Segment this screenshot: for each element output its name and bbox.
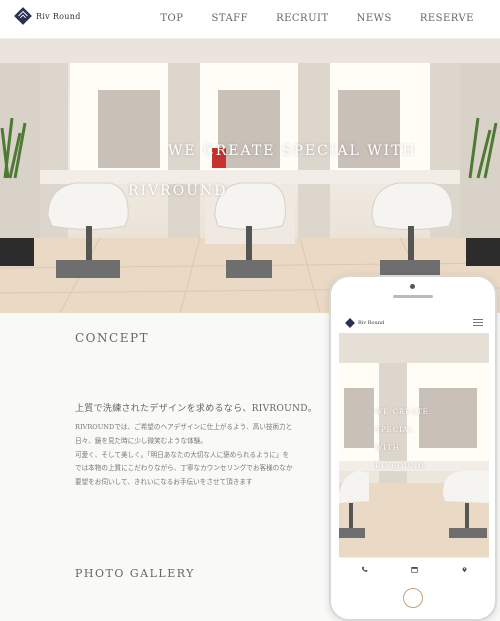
phone-mockup: Riv Round WE CREATE SPECIAL WITH RIVROUN… xyxy=(329,275,497,621)
logo-text: Riv Round xyxy=(36,11,81,21)
mobile-hero: WE CREATE SPECIAL WITH RIVROUND xyxy=(339,333,489,557)
phone-screen: Riv Round WE CREATE SPECIAL WITH RIVROUN… xyxy=(339,313,489,579)
hero-text: WE CREATE SPECIAL WITH RIVROUND xyxy=(128,128,415,312)
camera-icon xyxy=(410,284,415,289)
logo-icon xyxy=(14,7,32,25)
phone-icon[interactable] xyxy=(361,566,368,573)
hero-banner: WE CREATE SPECIAL WITH RIVROUND xyxy=(0,38,500,313)
mobile-logo[interactable]: Riv Round xyxy=(345,318,384,328)
salon-interior-image xyxy=(0,38,500,313)
speaker-grille xyxy=(393,295,433,298)
hero-brand: RIVROUND xyxy=(128,183,228,199)
main-nav: TOP STAFF RECRUIT NEWS RESERVE xyxy=(160,13,474,24)
nav-staff[interactable]: STAFF xyxy=(211,13,248,24)
concept-line: RIVROUNDでは、ご希望のヘアデザインに仕上がるよう、高い技術力と xyxy=(75,423,293,431)
home-button[interactable] xyxy=(403,588,423,608)
map-pin-icon[interactable] xyxy=(461,566,468,573)
mobile-header: Riv Round xyxy=(339,313,489,334)
site-logo[interactable]: Riv Round xyxy=(14,7,81,25)
concept-line: 要望をお伺いして、きれいになるお手伝いをさせて頂きます xyxy=(75,478,253,487)
concept-lead: 上質で洗練されたデザインを求めるなら、RIVROUND。 xyxy=(75,404,318,414)
concept-title: CONCEPT xyxy=(75,331,150,345)
photo-gallery-title: PHOTO GALLERY xyxy=(75,567,195,580)
calendar-icon[interactable] xyxy=(410,566,418,573)
nav-recruit[interactable]: RECRUIT xyxy=(276,13,329,24)
nav-news[interactable]: NEWS xyxy=(357,13,392,24)
concept-body: RIVROUNDでは、ご希望のヘアデザインに仕上がるよう、高い技術力と 日々、鏡… xyxy=(75,421,335,490)
mobile-hero-text: WE CREATE SPECIAL WITH RIVROUND xyxy=(375,408,429,470)
logo-icon xyxy=(345,318,355,328)
hamburger-menu-icon[interactable] xyxy=(473,319,483,327)
nav-reserve[interactable]: RESERVE xyxy=(420,13,474,24)
mobile-logo-text: Riv Round xyxy=(358,320,385,326)
mobile-footer-bar xyxy=(339,557,489,579)
concept-line: では本物の上質にこだわりながら、丁寧なカウンセリングでお客様のなか xyxy=(75,464,293,473)
concept-line: 可愛く、そして美しく。「明日あなたの大切な人に褒められるように」を xyxy=(75,450,290,459)
site-header: Riv Round TOP STAFF RECRUIT NEWS RESERVE xyxy=(0,0,500,39)
concept-line: 日々、鏡を見た時に少し微笑むような体験。 xyxy=(75,436,207,445)
nav-top[interactable]: TOP xyxy=(160,13,183,24)
